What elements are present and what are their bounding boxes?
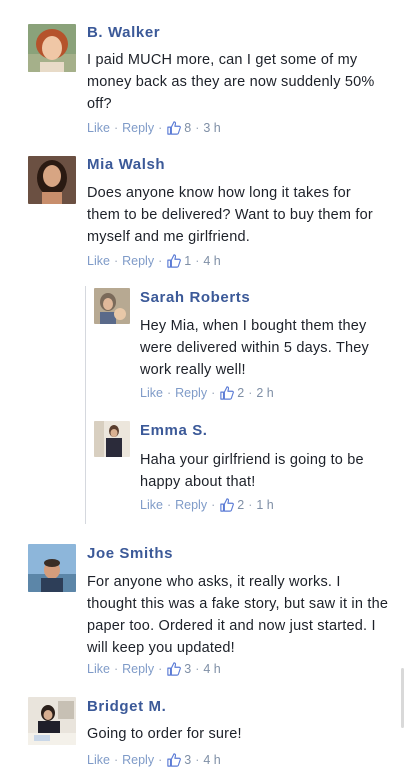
woman-with-child-avatar[interactable] [94, 288, 130, 324]
comment-text: Does anyone know how long it takes for t… [87, 185, 373, 245]
like-link[interactable]: Like [87, 121, 110, 135]
separator: · [248, 386, 253, 400]
like-count: 1 [184, 254, 192, 268]
thumbs-up-icon [167, 662, 182, 676]
separator: · [158, 254, 163, 268]
separator: · [113, 121, 119, 135]
separator: · [195, 753, 200, 767]
like-count: 2 [237, 386, 245, 400]
comment-author[interactable]: Joe Smiths [87, 545, 173, 562]
comment-author[interactable]: Bridget M. [87, 698, 166, 715]
woman-dark-coat-avatar[interactable] [94, 421, 130, 457]
separator: · [195, 121, 200, 135]
comment-time: 4 h [203, 254, 221, 268]
comment-author[interactable]: B. Walker [87, 24, 160, 41]
comment-actions: Like · Reply · 1 · 4 h [87, 252, 221, 270]
reply-link[interactable]: Reply [175, 498, 207, 512]
thumbs-up-icon [167, 753, 182, 767]
comment-actions: Like · Reply · 8 · 3 h [87, 119, 221, 137]
separator: · [158, 662, 163, 676]
reply-link[interactable]: Reply [122, 121, 154, 135]
separator: · [113, 753, 119, 767]
reply-thread-line [85, 286, 86, 524]
comment-author[interactable]: Emma S. [140, 422, 208, 439]
comment-actions: Like · Reply · 3 · 4 h [87, 660, 221, 678]
reply-link[interactable]: Reply [122, 753, 154, 767]
separator: · [166, 386, 172, 400]
separator: · [166, 498, 172, 512]
like-link[interactable]: Like [140, 386, 163, 400]
separator: · [113, 662, 119, 676]
like-count: 8 [184, 121, 192, 135]
reply-link[interactable]: Reply [122, 662, 154, 676]
comment-time: 4 h [203, 753, 221, 767]
comment-author[interactable]: Sarah Roberts [140, 289, 250, 306]
separator: · [195, 662, 200, 676]
thumbs-up-icon [220, 386, 235, 400]
comment-text: I paid MUCH more, can I get some of my m… [87, 52, 375, 112]
separator: · [158, 121, 163, 135]
comment-text: Going to order for sure! [87, 726, 242, 742]
comment-text: For anyone who asks, it really works. I … [87, 574, 389, 656]
thumbs-up-icon [167, 121, 182, 135]
comment-time: 2 h [256, 386, 274, 400]
woman-at-desk-avatar[interactable] [28, 697, 76, 745]
comment-text: Hey Mia, when I bought them they were de… [140, 318, 369, 378]
comment-time: 4 h [203, 662, 221, 676]
comment-time: 1 h [256, 498, 274, 512]
like-count: 3 [184, 753, 192, 767]
like-link[interactable]: Like [87, 254, 110, 268]
thumbs-up-icon [220, 498, 235, 512]
reply-link[interactable]: Reply [175, 386, 207, 400]
comment-actions: Like · Reply · 2 · 1 h [140, 496, 274, 514]
like-link[interactable]: Like [140, 498, 163, 512]
like-count: 2 [237, 498, 245, 512]
like-count: 3 [184, 662, 192, 676]
comment-actions: Like · Reply · 3 · 4 h [87, 751, 221, 769]
separator: · [195, 254, 200, 268]
separator: · [211, 498, 216, 512]
comment-actions: Like · Reply · 2 · 2 h [140, 384, 274, 402]
woman-curly-hair-avatar[interactable] [28, 24, 76, 72]
separator: · [113, 254, 119, 268]
like-link[interactable]: Like [87, 753, 110, 767]
comment-author[interactable]: Mia Walsh [87, 156, 165, 173]
separator: · [248, 498, 253, 512]
reply-link[interactable]: Reply [122, 254, 154, 268]
separator: · [211, 386, 216, 400]
woman-long-hair-avatar[interactable] [28, 156, 76, 204]
separator: · [158, 753, 163, 767]
comment-text: Haha your girlfriend is going to be happ… [140, 452, 364, 490]
man-outdoor-avatar[interactable] [28, 544, 76, 592]
like-link[interactable]: Like [87, 662, 110, 676]
thumbs-up-icon [167, 254, 182, 268]
comment-time: 3 h [203, 121, 221, 135]
